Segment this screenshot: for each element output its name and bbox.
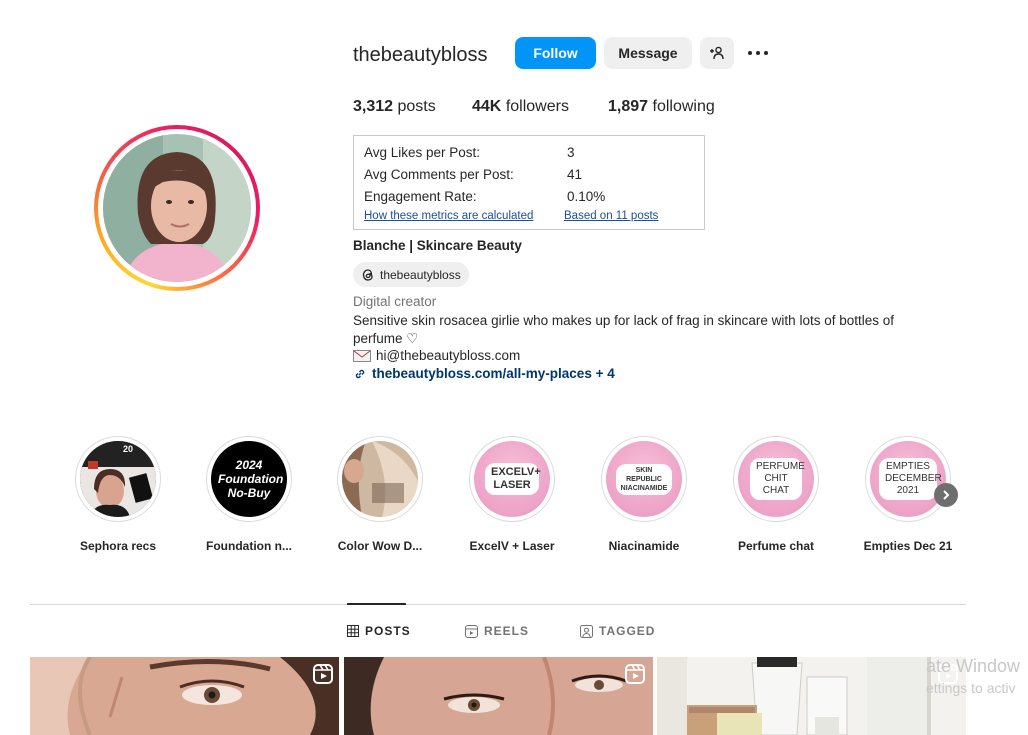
avg-likes-value: 3 xyxy=(567,145,575,160)
highlights-next-button[interactable] xyxy=(934,483,958,507)
highlight-cover xyxy=(342,441,418,517)
reels-icon xyxy=(465,624,478,638)
highlight-cover-text: 2024 Foundation No-Buy xyxy=(218,458,284,500)
avg-comments-label: Avg Comments per Post: xyxy=(364,167,514,182)
add-user-icon xyxy=(710,46,724,60)
highlight-label: Color Wow D... xyxy=(337,539,423,553)
metrics-explanation-link[interactable]: How these metrics are calculated xyxy=(364,210,533,222)
chevron-right-icon xyxy=(943,490,950,500)
highlight-label: ExcelV + Laser xyxy=(469,539,555,553)
engagement-metrics-panel: Avg Likes per Post: 3 Avg Comments per P… xyxy=(353,135,705,230)
contact-email[interactable]: hi@thebeautybloss.com xyxy=(376,348,520,363)
highlight-cover: 2024 Foundation No-Buy xyxy=(211,441,287,517)
tab-reels[interactable]: REELS xyxy=(465,624,529,638)
highlight-item[interactable]: PERFUME CHIT CHAT Perfume chat xyxy=(731,436,821,553)
reel-indicator-icon xyxy=(313,664,333,684)
reel-indicator-icon xyxy=(625,664,645,684)
highlight-cover-text: PERFUME CHIT CHAT xyxy=(750,458,805,500)
suggested-users-button[interactable] xyxy=(700,37,734,69)
following-link[interactable]: 1,897 following xyxy=(608,98,715,116)
based-on-posts-link[interactable]: Based on 11 posts xyxy=(564,210,658,222)
tab-posts[interactable]: POSTS xyxy=(347,624,411,638)
more-links[interactable]: + 4 xyxy=(592,366,615,381)
highlight-label: Sephora recs xyxy=(79,539,157,553)
profile-full-name: Blanche | Skincare Beauty xyxy=(353,238,522,253)
highlight-item[interactable]: 2024 Foundation No-Buy Foundation n... xyxy=(204,436,294,553)
grid-icon xyxy=(347,625,359,637)
profile-category: Digital creator xyxy=(353,294,437,309)
highlight-cover xyxy=(80,441,156,517)
profile-avatar[interactable] xyxy=(103,134,251,282)
highlight-label: Empties Dec 21 xyxy=(863,539,953,553)
post-thumbnail[interactable] xyxy=(344,657,653,735)
highlight-cover: PERFUME CHIT CHAT xyxy=(738,441,814,517)
highlight-label: Perfume chat xyxy=(737,539,815,553)
highlight-cover-text: SKIN REPUBLIC NIACINAMIDE xyxy=(616,463,672,495)
threads-icon xyxy=(362,268,373,281)
more-horizontal-icon xyxy=(748,51,768,55)
avg-likes-label: Avg Likes per Post: xyxy=(364,145,481,160)
highlight-cover: SKIN REPUBLIC NIACINAMIDE xyxy=(606,441,682,517)
follow-button[interactable]: Follow xyxy=(515,37,596,69)
profile-link-line[interactable]: thebeautybloss.com/all-my-places + 4 xyxy=(353,366,615,381)
avg-comments-value: 41 xyxy=(567,167,583,182)
tab-posts-label: POSTS xyxy=(365,624,411,638)
email-line: hi@thebeautybloss.com xyxy=(353,348,520,363)
engagement-rate-value: 0.10% xyxy=(567,189,606,204)
highlight-item[interactable]: Color Wow D... xyxy=(335,436,425,553)
profile-username: thebeautybloss xyxy=(353,44,488,66)
tagged-icon xyxy=(580,624,593,638)
threads-handle: thebeautybloss xyxy=(380,267,461,282)
profile-avatar-ring[interactable] xyxy=(94,125,260,291)
post-thumbnail[interactable] xyxy=(30,657,339,735)
tab-tagged-label: TAGGED xyxy=(599,624,656,638)
profile-bio: Sensitive skin rosacea girlie who makes … xyxy=(353,313,894,346)
highlight-item[interactable]: SKIN REPUBLIC NIACINAMIDE Niacinamide xyxy=(599,436,689,553)
highlight-item[interactable]: 20 Sephora recs xyxy=(73,436,163,553)
envelope-icon xyxy=(353,349,371,362)
tab-reels-label: REELS xyxy=(484,624,530,638)
posts-count: 3,312 posts xyxy=(353,98,436,115)
external-link[interactable]: thebeautybloss.com/all-my-places xyxy=(372,366,592,381)
more-options-button[interactable] xyxy=(746,41,770,65)
tab-tagged[interactable]: TAGGED xyxy=(580,624,655,638)
activation-watermark: ate Window ettings to activ xyxy=(926,656,1021,696)
highlight-cover-text: EXCELV+ LASER xyxy=(485,463,541,495)
highlight-cover: EXCELV+ LASER xyxy=(474,441,550,517)
threads-badge[interactable]: thebeautybloss xyxy=(353,262,469,287)
highlight-label: Foundation n... xyxy=(206,539,292,553)
highlight-cover: EMPTIES DECEMBER 2021 xyxy=(870,441,946,517)
tabs-divider xyxy=(30,604,966,605)
highlight-cover-text: EMPTIES DECEMBER 2021 xyxy=(879,458,942,500)
active-tab-indicator xyxy=(347,603,406,605)
highlight-cover-number: 20 xyxy=(123,444,134,454)
engagement-rate-label: Engagement Rate: xyxy=(364,189,477,204)
followers-link[interactable]: 44K followers xyxy=(472,98,608,116)
link-icon xyxy=(355,369,365,378)
profile-stats: 3,312 posts 44K followers 1,897 followin… xyxy=(353,98,715,116)
message-button[interactable]: Message xyxy=(604,37,692,69)
highlight-item[interactable]: EXCELV+ LASER ExcelV + Laser xyxy=(467,436,557,553)
highlight-label: Niacinamide xyxy=(608,539,680,553)
post-thumbnail[interactable] xyxy=(657,657,966,735)
